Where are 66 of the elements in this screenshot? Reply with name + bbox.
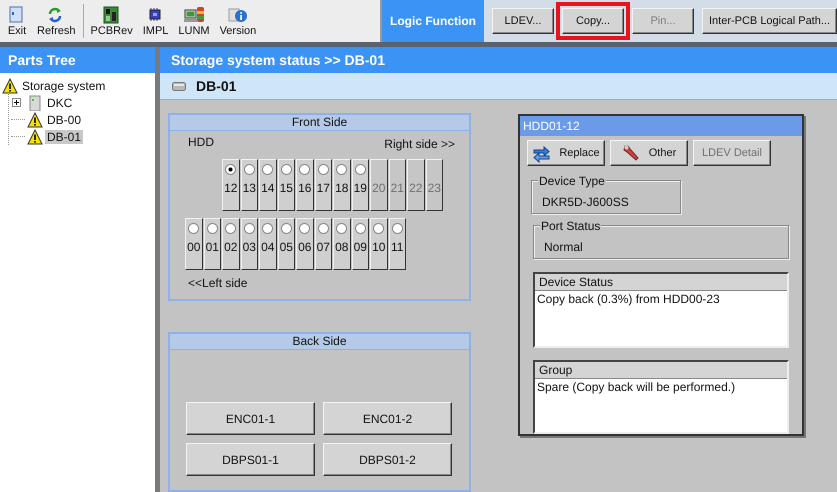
hdd-slot[interactable]: 15 xyxy=(278,159,295,211)
toolbar-button[interactable]: PCBRev xyxy=(86,0,138,42)
info-icon xyxy=(228,6,248,24)
hdd-slot[interactable]: 01 xyxy=(204,218,221,270)
swap-arrows-icon xyxy=(532,143,552,163)
hdd-slot[interactable]: 06 xyxy=(296,218,314,270)
component-button[interactable]: DBPS01-1 xyxy=(186,443,315,476)
hdd-slot[interactable]: 12 xyxy=(222,159,240,211)
hdd-slot[interactable]: 07 xyxy=(314,218,332,270)
right-side-label: Right side >> xyxy=(384,136,455,153)
toolbar-button[interactable]: LUNM xyxy=(173,0,215,42)
section-title: DB-01 xyxy=(196,78,236,94)
toolbar-button[interactable]: Version xyxy=(214,0,262,42)
device-type-value: DKR5D-J600SS xyxy=(542,195,629,209)
hdd-slot[interactable]: 18 xyxy=(333,159,350,211)
device-status-text: Copy back (0.3%) from HDD00-23 xyxy=(536,291,721,307)
hdd-label: HDD xyxy=(188,135,214,151)
hdd-slot[interactable]: 13 xyxy=(240,159,258,211)
computer-disks-icon xyxy=(184,6,204,24)
page-title: Storage system status >> DB-01 xyxy=(160,47,837,73)
warning-icon xyxy=(27,128,43,144)
hdd-slot[interactable]: 04 xyxy=(259,218,276,270)
wrench-icon xyxy=(622,143,641,163)
toolbar-button[interactable]: Exit xyxy=(2,0,32,42)
panel-title: Front Side xyxy=(170,115,469,131)
tree-item[interactable]: DKC xyxy=(45,96,74,110)
list-header: Group xyxy=(535,362,787,380)
function-button[interactable]: Inter-PCB Logical Path... xyxy=(702,8,837,34)
hdd-slot[interactable]: 14 xyxy=(259,159,276,211)
tree-item[interactable]: Storage system xyxy=(20,78,108,92)
drive-icon xyxy=(172,82,186,90)
left-side-label: <<Left side xyxy=(187,275,248,290)
hdd-slot[interactable]: 19 xyxy=(352,159,369,211)
hdd-slot[interactable]: 10 xyxy=(370,218,388,270)
warning-icon xyxy=(2,78,18,94)
hdd-slot[interactable]: 08 xyxy=(333,218,350,270)
group-label: Port Status xyxy=(540,219,602,233)
server-icon xyxy=(27,94,43,110)
hdd-slot[interactable]: 03 xyxy=(240,218,258,270)
component-button[interactable]: ENC01-2 xyxy=(323,402,452,435)
detail-button[interactable]: Replace xyxy=(527,140,605,166)
port-status-value: Normal xyxy=(544,240,583,254)
group-label: Device Type xyxy=(538,174,606,188)
component-button[interactable]: DBPS01-2 xyxy=(323,443,452,476)
hdd-slot[interactable]: 00 xyxy=(185,218,202,270)
function-button[interactable]: Copy... xyxy=(562,8,624,34)
hdd-slot[interactable]: 17 xyxy=(314,159,332,211)
hdd-slot[interactable]: 11 xyxy=(388,218,406,270)
component-button[interactable]: ENC01-1 xyxy=(186,402,315,435)
toolbar-button[interactable]: Refresh xyxy=(32,0,81,42)
group-text: Spare (Copy back will be performed.) xyxy=(536,379,736,396)
window-title: HDD01-12 xyxy=(520,116,802,136)
warning-icon xyxy=(27,112,43,128)
hdd-slot[interactable]: 16 xyxy=(296,159,314,211)
hdd-slot[interactable]: 05 xyxy=(278,218,295,270)
tree-item[interactable]: DB-00 xyxy=(45,112,84,126)
list-header: Device Status xyxy=(535,274,787,291)
sidebar-title: Parts Tree xyxy=(0,47,155,73)
hdd-slot[interactable]: 09 xyxy=(352,218,369,270)
hdd-slot[interactable]: 02 xyxy=(222,218,240,270)
panel-title: Back Side xyxy=(170,334,469,350)
function-button[interactable]: LDEV... xyxy=(492,8,554,34)
tree-item[interactable]: DB-01 xyxy=(45,130,84,144)
toolbar-button[interactable]: IMPL xyxy=(138,0,174,42)
expand-icon[interactable] xyxy=(12,98,21,107)
detail-button[interactable]: Other xyxy=(610,140,688,166)
